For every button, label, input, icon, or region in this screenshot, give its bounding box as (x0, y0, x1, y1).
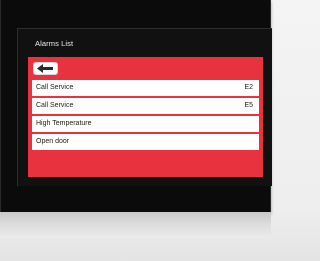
back-button[interactable] (33, 62, 58, 75)
alarms-list: Call Service E2 Call Service E5 High Tem… (32, 80, 259, 152)
screen-title: Alarms List (35, 39, 74, 48)
alarm-list-item[interactable]: Call Service E5 (32, 98, 259, 114)
alarm-label: Call Service (36, 84, 74, 91)
alarm-list-item[interactable]: Open door (32, 134, 259, 150)
alarm-code: E5 (244, 102, 253, 109)
display-screen: Alarms List Call Service E2 Call Service… (17, 28, 272, 186)
alarm-code: E2 (244, 84, 253, 91)
alarm-label: High Temperature (36, 120, 92, 127)
back-arrow-icon (37, 64, 53, 73)
alarm-list-item[interactable]: High Temperature (32, 116, 259, 132)
alarm-label: Open door (36, 138, 70, 145)
alarms-panel: Call Service E2 Call Service E5 High Tem… (28, 57, 263, 177)
device-bezel: Alarms List Call Service E2 Call Service… (0, 0, 272, 212)
device-bottom-edge (0, 212, 271, 238)
alarm-label: Call Service (36, 102, 74, 109)
alarm-list-item[interactable]: Call Service E2 (32, 80, 259, 96)
